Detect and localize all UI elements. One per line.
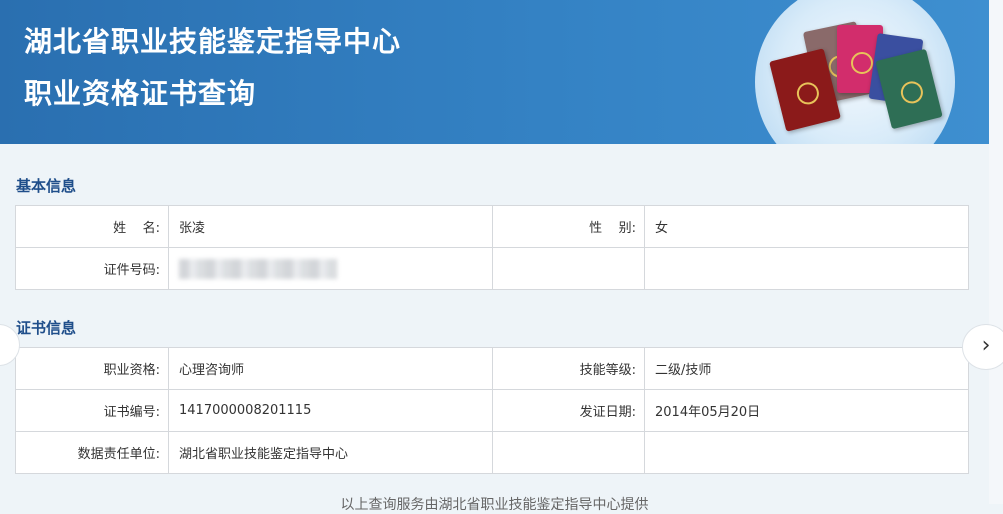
issue-date-label: 发证日期:: [492, 389, 645, 432]
cert-info-table: 职业资格: 心理咨询师 技能等级: 二级/技师 证书编号: 1417000008…: [15, 347, 969, 474]
skill-level-label: 技能等级:: [492, 347, 645, 390]
id-number-value: [168, 247, 493, 290]
empty-cell: [644, 247, 969, 290]
skill-level-value: 二级/技师: [644, 347, 969, 390]
responsible-unit-label: 数据责任单位:: [15, 431, 169, 474]
section-title-basic-info: 基本信息: [16, 177, 77, 195]
certificate-illustration: [755, 0, 955, 144]
id-number-label: 证件号码:: [15, 247, 169, 290]
qualification-label: 职业资格:: [15, 347, 169, 390]
certificate-book-green: [875, 48, 943, 130]
gender-label: 性 别:: [492, 205, 645, 248]
empty-cell: [492, 431, 645, 474]
section-title-cert-info: 证书信息: [16, 319, 77, 337]
redacted-id-number: [179, 258, 337, 279]
org-title: 湖北省职业技能鉴定指导中心: [24, 25, 402, 58]
empty-cell: [492, 247, 645, 290]
table-row: 证书编号: 1417000008201115 发证日期: 2014年05月20日: [15, 389, 969, 432]
issue-date-value: 2014年05月20日: [644, 389, 969, 432]
table-row: 姓 名: 张凌 性 别: 女: [15, 205, 969, 248]
cert-number-label: 证书编号:: [15, 389, 169, 432]
page-title: 职业资格证书查询: [24, 77, 257, 110]
table-row: 数据责任单位: 湖北省职业技能鉴定指导中心: [15, 431, 969, 474]
page-header: 湖北省职业技能鉴定指导中心 职业资格证书查询: [0, 0, 989, 144]
cert-number-value: 1417000008201115: [168, 389, 493, 432]
footer-note: 以上查询服务由湖北省职业技能鉴定指导中心提供: [340, 497, 649, 513]
name-value: 张凌: [168, 205, 493, 248]
basic-info-table: 姓 名: 张凌 性 别: 女 证件号码:: [15, 205, 969, 290]
gender-value: 女: [644, 205, 969, 248]
chevron-right-icon: ›: [981, 333, 991, 358]
page-scroll-edge: [989, 0, 1003, 504]
table-row: 证件号码:: [15, 247, 969, 290]
table-row: 职业资格: 心理咨询师 技能等级: 二级/技师: [15, 347, 969, 390]
name-label: 姓 名:: [15, 205, 169, 248]
qualification-value: 心理咨询师: [168, 347, 493, 390]
next-button[interactable]: ›: [962, 324, 1003, 370]
empty-cell: [644, 431, 969, 474]
responsible-unit-value: 湖北省职业技能鉴定指导中心: [168, 431, 493, 474]
